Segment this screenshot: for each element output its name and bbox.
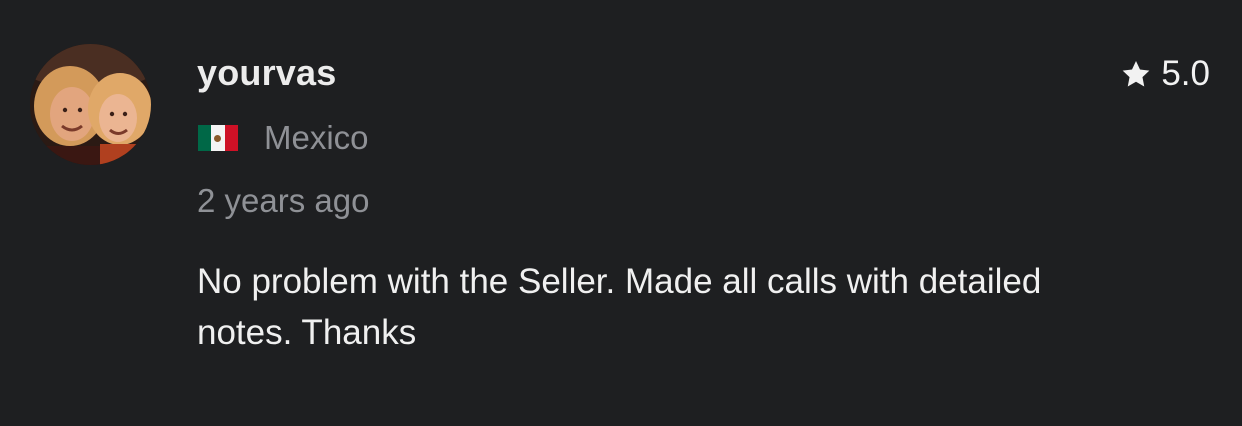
country-name: Mexico xyxy=(264,119,369,156)
mexico-flag-icon xyxy=(198,125,238,151)
star-icon xyxy=(1123,60,1150,86)
avatar[interactable] xyxy=(30,44,151,165)
review-card: yourvas 5.0 Mexico 2 years ago No proble… xyxy=(0,0,1242,426)
reviewer-username[interactable]: yourvas xyxy=(197,52,336,94)
reviewer-location: Mexico xyxy=(198,119,369,157)
rating: 5.0 xyxy=(1119,54,1210,94)
review-timestamp: 2 years ago xyxy=(197,182,370,219)
review-text: No problem with the Seller. Made all cal… xyxy=(197,262,1042,352)
rating-value: 5.0 xyxy=(1161,54,1210,93)
avatar-photo xyxy=(30,44,151,165)
